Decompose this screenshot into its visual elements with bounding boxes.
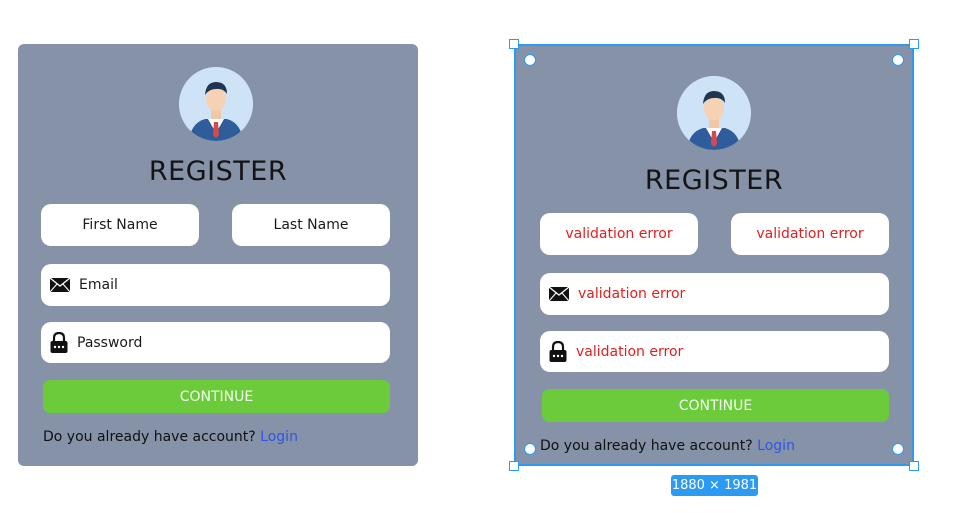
user-avatar-icon xyxy=(179,67,253,141)
resize-handle-top-left[interactable] xyxy=(509,39,519,49)
register-form-card-validation[interactable]: REGISTER validation error validation err… xyxy=(514,44,914,466)
last-name-error: validation error xyxy=(756,226,864,242)
password-error: validation error xyxy=(576,343,684,360)
first-name-error: validation error xyxy=(565,226,673,242)
login-prompt: Do you already have account? Login xyxy=(43,429,298,445)
dimensions-badge: 1880 × 1981 xyxy=(671,475,758,496)
lock-icon xyxy=(548,340,568,363)
user-avatar-icon xyxy=(677,76,751,150)
email-error: validation error xyxy=(578,286,686,302)
register-form-card: REGISTER First Name Last Name Email Pass… xyxy=(18,44,418,466)
password-placeholder: Password xyxy=(77,334,143,351)
corner-radius-handle-top-right[interactable] xyxy=(892,54,904,66)
avatar xyxy=(677,76,751,150)
last-name-field[interactable]: Last Name xyxy=(232,204,390,246)
email-placeholder: Email xyxy=(79,277,118,293)
avatar xyxy=(179,67,253,141)
first-name-field[interactable]: validation error xyxy=(540,213,698,255)
continue-button[interactable]: CONTINUE xyxy=(542,389,889,422)
page-title: REGISTER xyxy=(148,156,288,187)
last-name-field[interactable]: validation error xyxy=(731,213,889,255)
continue-button[interactable]: CONTINUE xyxy=(43,380,390,413)
email-field[interactable]: validation error xyxy=(540,273,889,315)
login-prompt-text: Do you already have account? xyxy=(540,438,753,454)
resize-handle-bottom-left[interactable] xyxy=(509,461,519,471)
envelope-icon xyxy=(49,277,71,293)
login-link[interactable]: Login xyxy=(260,429,298,445)
lock-icon xyxy=(49,331,69,354)
resize-handle-top-right[interactable] xyxy=(909,39,919,49)
corner-radius-handle-top-left[interactable] xyxy=(524,54,536,66)
resize-handle-bottom-right[interactable] xyxy=(909,461,919,471)
password-field[interactable]: validation error xyxy=(540,331,889,372)
login-link[interactable]: Login xyxy=(757,438,795,454)
envelope-icon xyxy=(548,286,570,302)
login-prompt-text: Do you already have account? xyxy=(43,429,256,445)
login-prompt: Do you already have account? Login xyxy=(540,438,795,454)
last-name-placeholder: Last Name xyxy=(273,217,349,233)
first-name-placeholder: First Name xyxy=(82,217,158,233)
page-title: REGISTER xyxy=(644,165,784,196)
email-field[interactable]: Email xyxy=(41,264,390,306)
corner-radius-handle-bottom-left[interactable] xyxy=(524,443,536,455)
password-field[interactable]: Password xyxy=(41,322,390,363)
corner-radius-handle-bottom-right[interactable] xyxy=(892,443,904,455)
first-name-field[interactable]: First Name xyxy=(41,204,199,246)
